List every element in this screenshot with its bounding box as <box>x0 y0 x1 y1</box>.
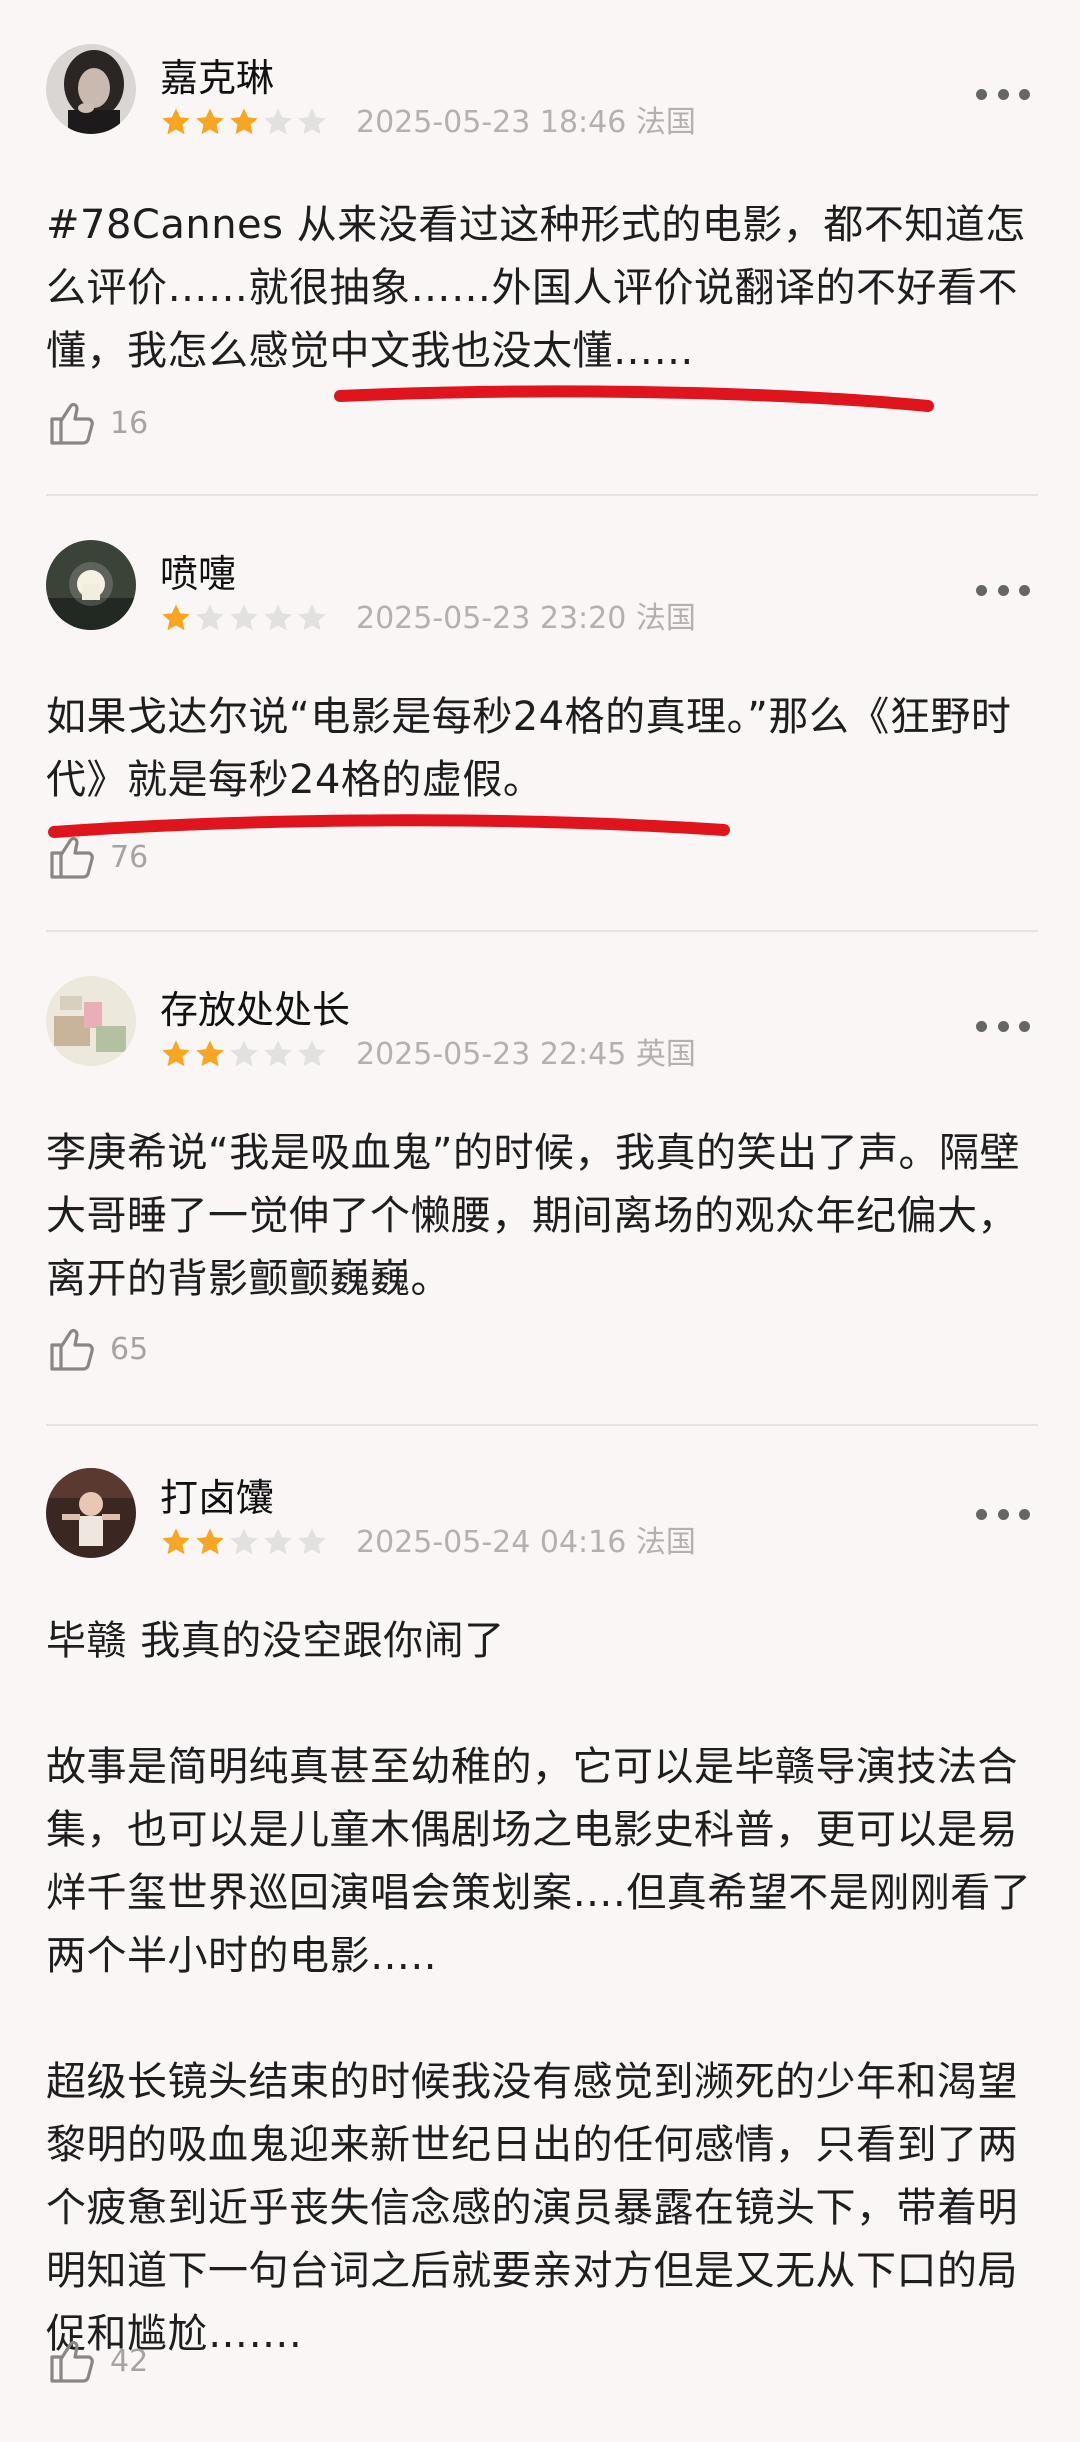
star-icon <box>196 1040 224 1067</box>
avatar[interactable] <box>46 540 136 630</box>
review-location: 英国 <box>635 1037 696 1072</box>
like-count: 65 <box>110 1331 149 1367</box>
like-button[interactable]: 16 <box>46 396 148 450</box>
star-rating <box>160 106 328 138</box>
like-button[interactable]: 76 <box>46 830 148 884</box>
username[interactable]: 嘉克琳 <box>160 56 274 100</box>
star-icon <box>264 1528 292 1555</box>
star-icon <box>196 108 224 135</box>
star-icon <box>230 1040 258 1067</box>
more-dots-icon[interactable] <box>976 580 1030 600</box>
review-paragraph: 超级长镜头结束的时候我没有感觉到濒死的少年和渴望黎明的吸血鬼迎来新世纪日出的任何… <box>46 2059 1018 2357</box>
star-rating <box>160 1526 328 1558</box>
star-icon <box>264 1040 292 1067</box>
star-icon <box>162 1528 190 1555</box>
red-underline-annotation <box>48 814 730 838</box>
review-paragraph: 李庚希说“我是吸血鬼”的时候，我真的笑出了声。隔壁大哥睡了一觉伸了个懒腰，期间离… <box>46 1130 1020 1302</box>
review-paragraph: 如果戈达尔说“电影是每秒24格的真理。”那么《狂野时代》就是每秒24格的虚假。 <box>46 694 1012 803</box>
username[interactable]: 打卤馕 <box>160 1476 274 1520</box>
star-icon <box>298 1528 326 1555</box>
review-location: 法国 <box>635 1525 696 1560</box>
star-icon <box>298 1040 326 1067</box>
star-icon <box>162 108 190 135</box>
review-paragraph: 毕赣 我真的没空跟你闹了 <box>46 1618 505 1664</box>
review-item: 存放处处长 2025-05-23 22:45 英国 李庚希说“我是吸血鬼”的时候… <box>0 932 1080 1424</box>
like-button[interactable]: 65 <box>46 1322 148 1376</box>
username[interactable]: 存放处处长 <box>160 988 350 1032</box>
star-icon <box>298 604 326 631</box>
review-date: 2025-05-23 23:20 <box>356 601 627 636</box>
star-icon <box>196 604 224 631</box>
star-icon <box>298 108 326 135</box>
review-location: 法国 <box>635 105 696 140</box>
star-icon <box>230 1528 258 1555</box>
more-dots-icon[interactable] <box>976 84 1030 104</box>
star-icon <box>264 108 292 135</box>
review-date: 2025-05-24 04:16 <box>356 1525 627 1560</box>
more-dots-icon[interactable] <box>976 1504 1030 1524</box>
avatar[interactable] <box>46 976 136 1066</box>
red-underline-annotation <box>334 385 934 412</box>
review-feed: 嘉克琳 2025-05-23 18:46 法国 #78Cannes 从来没看过这… <box>0 0 1080 2442</box>
star-icon <box>196 1528 224 1555</box>
avatar[interactable] <box>46 1468 136 1558</box>
star-icon <box>162 604 190 631</box>
review-paragraph: 故事是简明纯真甚至幼稚的，它可以是毕赣导演技法合集，也可以是儿童木偶剧场之电影史… <box>46 1744 1032 1979</box>
star-rating <box>160 1038 328 1070</box>
avatar[interactable] <box>46 44 136 134</box>
thumbs-up-icon <box>50 1328 94 1371</box>
thumbs-up-icon <box>50 402 94 445</box>
thumbs-up-icon <box>50 836 94 879</box>
review-item: 打卤馕 2025-05-24 04:16 法国 毕赣 我真的没空跟你闹了 故事是… <box>0 1426 1080 2442</box>
review-date: 2025-05-23 18:46 <box>356 105 627 140</box>
star-icon <box>264 604 292 631</box>
review-item: 喷嚏 2025-05-23 23:20 法国 如果戈达尔说“电影是每秒24格的真… <box>0 496 1080 930</box>
star-icon <box>230 108 258 135</box>
review-meta: 2025-05-24 04:16 法国 <box>356 1526 696 1560</box>
like-count: 16 <box>110 405 149 441</box>
review-text: 毕赣 我真的没空跟你闹了 故事是简明纯真甚至幼稚的，它可以是毕赣导演技法合集，也… <box>46 1610 1036 2366</box>
more-dots-icon[interactable] <box>976 1016 1030 1036</box>
review-text: #78Cannes 从来没看过这种形式的电影，都不知道怎么评价……就很抽象……外… <box>46 194 1036 383</box>
review-meta: 2025-05-23 22:45 英国 <box>356 1038 696 1072</box>
review-meta: 2025-05-23 23:20 法国 <box>356 602 696 636</box>
thumbs-up-icon <box>50 2340 94 2383</box>
review-text: 李庚希说“我是吸血鬼”的时候，我真的笑出了声。隔壁大哥睡了一觉伸了个懒腰，期间离… <box>46 1122 1036 1311</box>
review-paragraph: #78Cannes 从来没看过这种形式的电影，都不知道怎么评价……就很抽象……外… <box>46 202 1026 374</box>
star-rating <box>160 602 328 634</box>
username[interactable]: 喷嚏 <box>160 552 236 596</box>
review-date: 2025-05-23 22:45 <box>356 1037 627 1072</box>
review-item: 嘉克琳 2025-05-23 18:46 法国 #78Cannes 从来没看过这… <box>0 0 1080 494</box>
review-location: 法国 <box>635 601 696 636</box>
star-icon <box>230 604 258 631</box>
like-count: 76 <box>110 839 149 875</box>
review-meta: 2025-05-23 18:46 法国 <box>356 106 696 140</box>
review-text: 如果戈达尔说“电影是每秒24格的真理。”那么《狂野时代》就是每秒24格的虚假。 <box>46 686 1036 812</box>
like-button[interactable]: 42 <box>46 2334 148 2388</box>
star-icon <box>162 1040 190 1067</box>
like-count: 42 <box>110 2343 149 2379</box>
